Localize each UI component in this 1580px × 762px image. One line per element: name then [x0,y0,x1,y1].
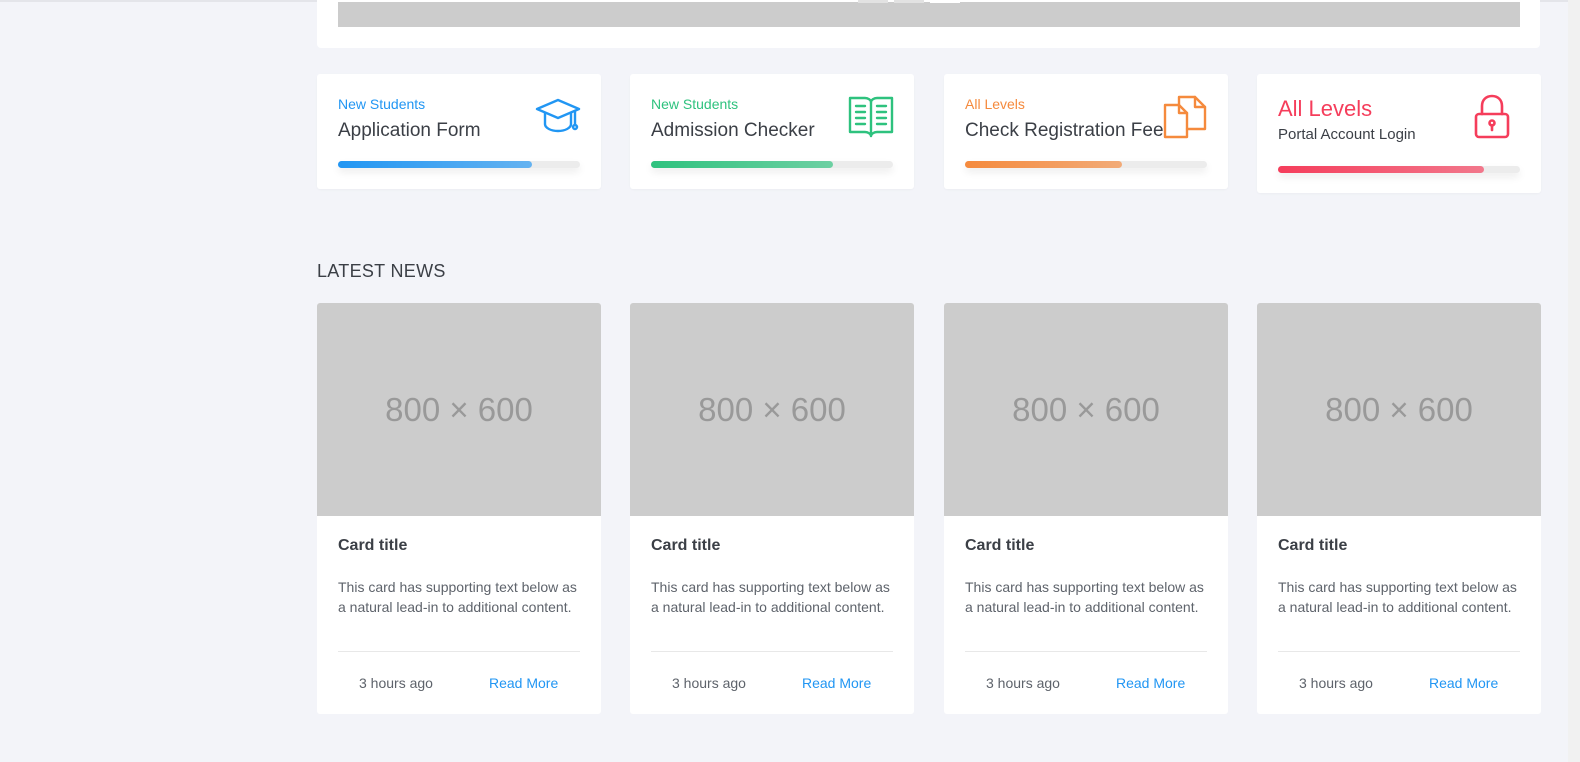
graduation-cap-icon [535,94,581,140]
news-card-title: Card title [651,537,721,554]
news-card: 800 × 600 Card title This card has suppo… [944,303,1228,714]
scrollbar[interactable] [1568,0,1580,762]
read-more-link[interactable]: Read More [802,675,871,691]
quick-link-title: Admission Checker [651,120,815,141]
progress-bar [1278,166,1520,173]
news-card-time: 3 hours ago [1299,675,1373,691]
progress-bar [965,161,1207,168]
news-card-time: 3 hours ago [986,675,1060,691]
slider-indicator-2[interactable] [894,0,924,3]
quick-link-application-form[interactable]: New Students Application Form [317,74,601,189]
divider [1278,651,1520,652]
divider [651,651,893,652]
quick-link-title: All Levels [1278,96,1373,121]
read-more-link[interactable]: Read More [1429,675,1498,691]
slider-indicator-1[interactable] [858,0,888,3]
news-card-title: Card title [965,537,1035,554]
news-card-time: 3 hours ago [359,675,433,691]
image-slider [317,0,1540,48]
slider-indicator-3[interactable] [930,0,960,3]
quick-link-title: Check Registration Fee [965,120,1164,141]
news-card-text: This card has supporting text below as a… [651,579,890,615]
news-image-placeholder: 800 × 600 [1257,303,1541,516]
latest-news-heading: LATEST NEWS [317,261,446,281]
slider-image [338,2,1520,27]
progress-fill [338,161,532,168]
news-image-placeholder: 800 × 600 [944,303,1228,516]
news-card: 800 × 600 Card title This card has suppo… [630,303,914,714]
news-card: 800 × 600 Card title This card has suppo… [1257,303,1541,714]
news-card-text: This card has supporting text below as a… [338,579,577,615]
progress-bar [651,161,893,168]
progress-bar [338,161,580,168]
quick-link-subtitle: New Students [338,96,426,112]
divider [338,651,580,652]
quick-link-admission-checker[interactable]: New Students Admission Checker [630,74,914,189]
lock-icon [1473,94,1519,140]
progress-fill [965,161,1123,168]
quick-link-check-registration-fee[interactable]: All Levels Check Registration Fee [944,74,1228,189]
progress-fill [1278,166,1484,173]
read-more-link[interactable]: Read More [489,675,558,691]
quick-link-subtitle: New Students [651,96,739,112]
news-card-title: Card title [1278,537,1348,554]
progress-fill [651,161,833,168]
quick-link-subtitle: All Levels [965,96,1025,112]
news-image-placeholder: 800 × 600 [630,303,914,516]
news-card: 800 × 600 Card title This card has suppo… [317,303,601,714]
news-image-placeholder: 800 × 600 [317,303,601,516]
news-card-text: This card has supporting text below as a… [965,579,1204,615]
news-card-time: 3 hours ago [672,675,746,691]
quick-link-portal-login[interactable]: All Levels Portal Account Login [1257,74,1541,193]
read-more-link[interactable]: Read More [1116,675,1185,691]
open-book-icon [848,94,894,140]
news-card-text: This card has supporting text below as a… [1278,579,1517,615]
divider [965,651,1207,652]
news-card-title: Card title [338,537,408,554]
quick-link-subtitle: Portal Account Login [1278,126,1416,143]
documents-icon [1162,94,1208,140]
quick-link-title: Application Form [338,120,481,141]
